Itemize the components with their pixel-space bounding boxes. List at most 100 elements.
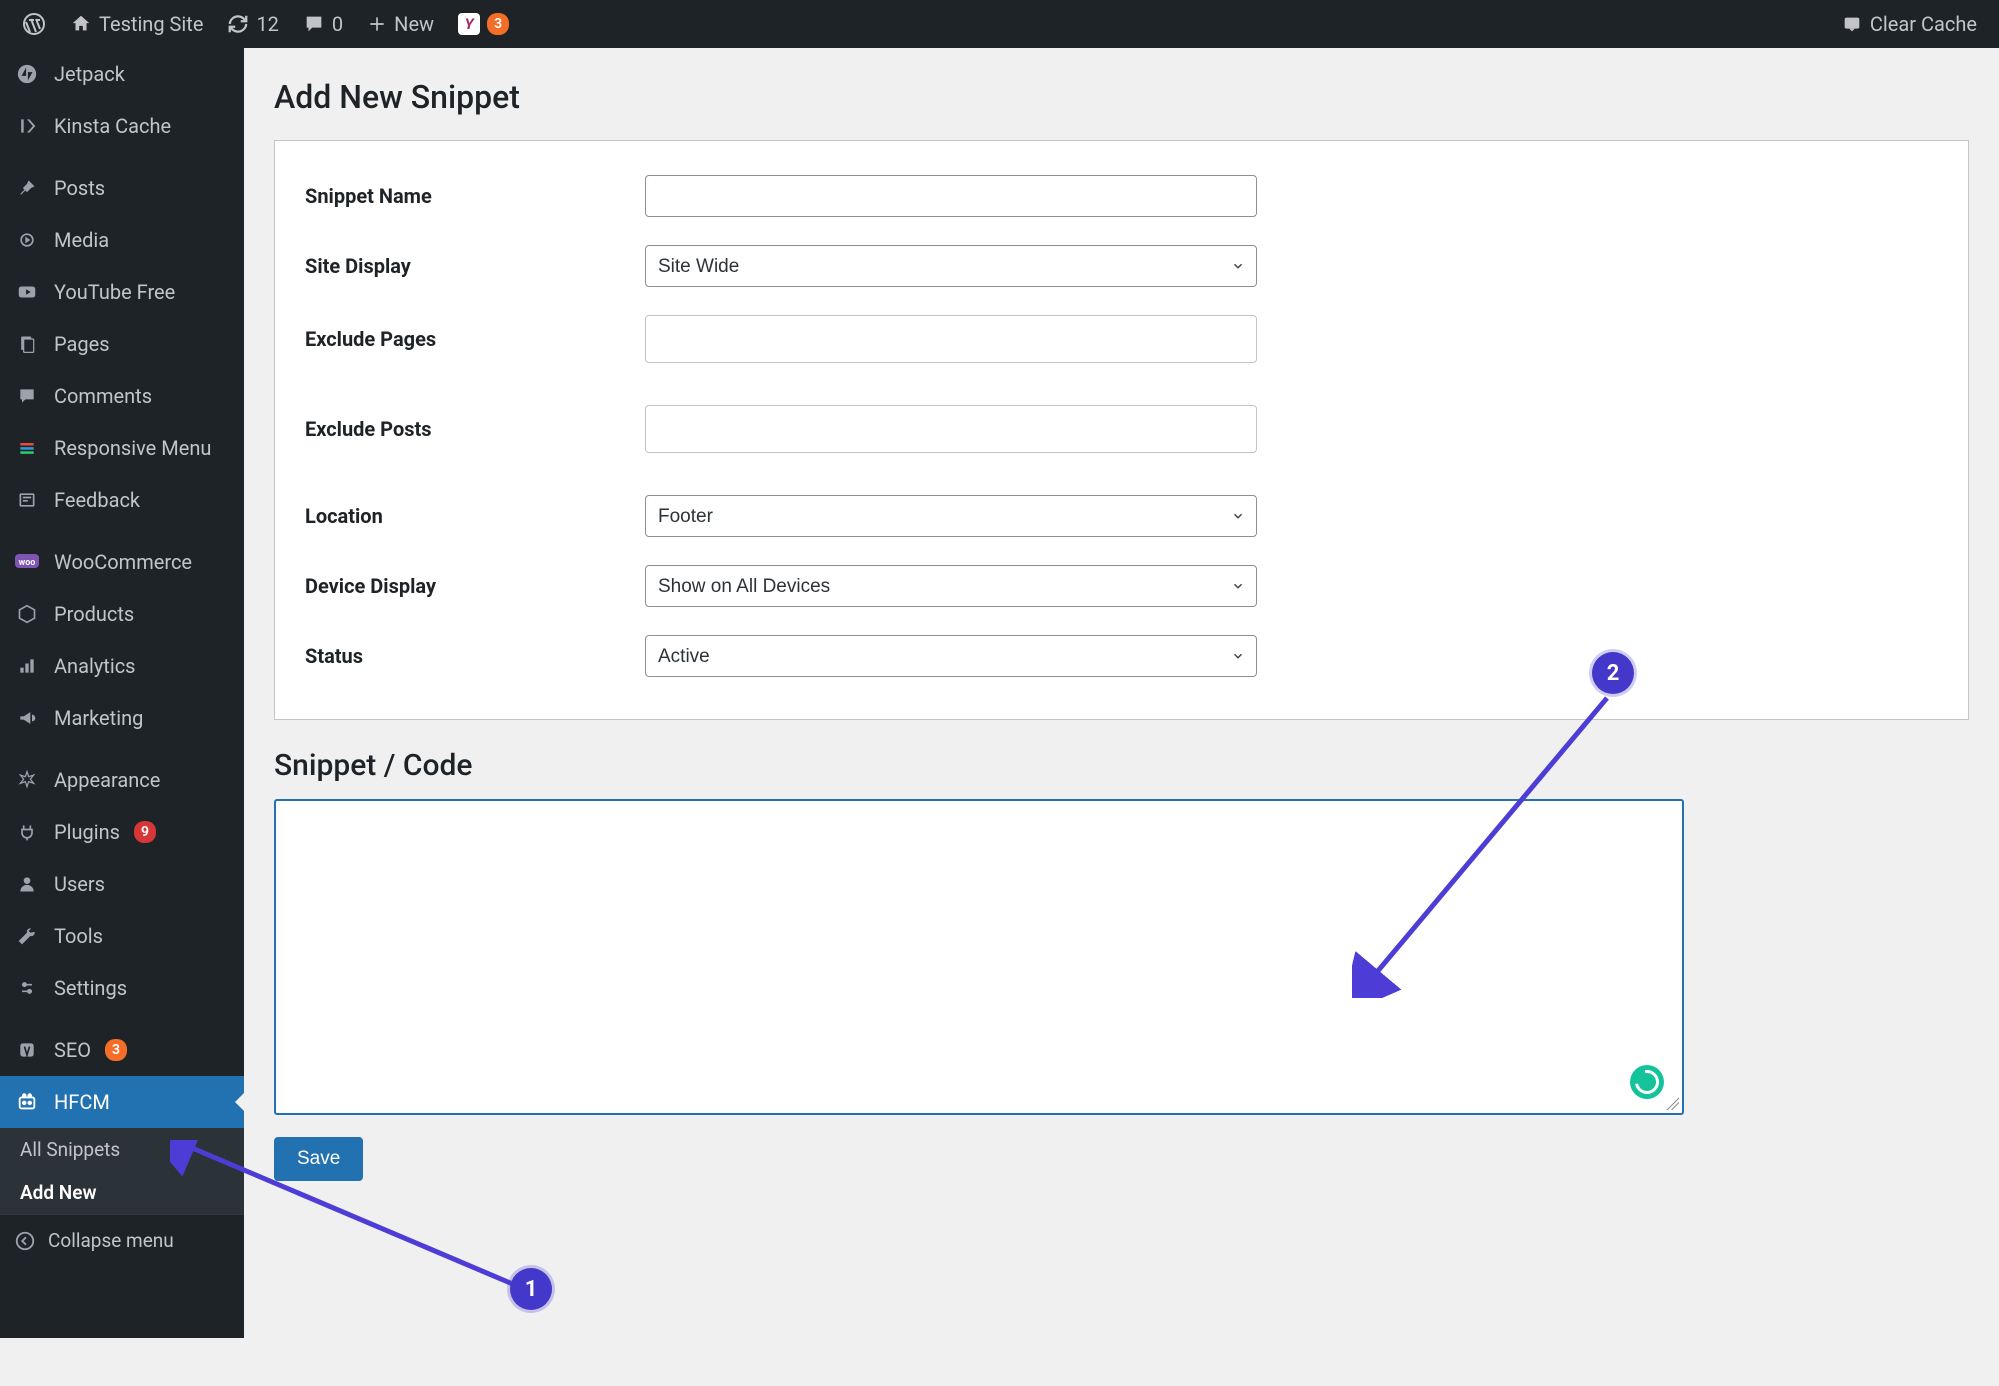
seo-icon bbox=[14, 1040, 40, 1060]
sidebar-item-label: Feedback bbox=[54, 488, 140, 512]
pin-icon bbox=[14, 178, 40, 198]
page-title: Add New Snippet bbox=[274, 78, 1969, 116]
annotation-callout-2: 2 bbox=[1592, 652, 1634, 694]
sidebar-item-products[interactable]: Products bbox=[0, 588, 244, 640]
grammarly-icon[interactable] bbox=[1630, 1065, 1664, 1099]
sidebar-item-kinsta[interactable]: Kinsta Cache bbox=[0, 100, 244, 152]
sidebar-item-label: Kinsta Cache bbox=[54, 114, 171, 138]
location-label: Location bbox=[305, 504, 645, 528]
sidebar-item-analytics[interactable]: Analytics bbox=[0, 640, 244, 692]
sidebar-item-settings[interactable]: Settings bbox=[0, 962, 244, 1014]
sidebar-item-tools[interactable]: Tools bbox=[0, 910, 244, 962]
status-select[interactable]: Active bbox=[645, 635, 1257, 677]
plugins-icon bbox=[14, 822, 40, 842]
plus-icon bbox=[367, 14, 387, 34]
sidebar-item-label: Analytics bbox=[54, 654, 136, 678]
new-label: New bbox=[394, 12, 434, 36]
sidebar-item-youtube[interactable]: YouTube Free bbox=[0, 266, 244, 318]
admin-bar: Testing Site 12 0 New Y 3 Clear Cache bbox=[0, 0, 1999, 48]
annotation-callout-1: 1 bbox=[510, 1268, 552, 1310]
chat-icon bbox=[1841, 13, 1863, 35]
sidebar-item-posts[interactable]: Posts bbox=[0, 162, 244, 214]
location-select[interactable]: Footer bbox=[645, 495, 1257, 537]
save-button[interactable]: Save bbox=[274, 1137, 363, 1181]
sidebar-item-feedback[interactable]: Feedback bbox=[0, 474, 244, 526]
sidebar-item-responsive-menu[interactable]: Responsive Menu bbox=[0, 422, 244, 474]
responsive-icon bbox=[14, 438, 40, 458]
exclude-posts-label: Exclude Posts bbox=[305, 417, 645, 441]
sidebar-item-label: WooCommerce bbox=[54, 550, 192, 574]
products-icon bbox=[14, 604, 40, 624]
sidebar-item-media[interactable]: Media bbox=[0, 214, 244, 266]
sidebar-item-label: Comments bbox=[54, 384, 152, 408]
sidebar-sub-add-new[interactable]: Add New bbox=[0, 1171, 244, 1214]
resize-handle[interactable] bbox=[1665, 1096, 1679, 1110]
exclude-posts-input[interactable] bbox=[645, 405, 1257, 453]
updates-count: 12 bbox=[256, 12, 278, 36]
comments-link[interactable]: 0 bbox=[291, 0, 355, 48]
clear-cache-link[interactable]: Clear Cache bbox=[1829, 0, 1989, 48]
snippet-name-input[interactable] bbox=[645, 175, 1257, 217]
kinsta-icon bbox=[14, 116, 40, 136]
sidebar-item-label: Media bbox=[54, 228, 109, 252]
comments-icon bbox=[14, 386, 40, 406]
collapse-menu[interactable]: Collapse menu bbox=[0, 1214, 244, 1266]
wordpress-logo[interactable] bbox=[10, 0, 58, 48]
pages-icon bbox=[14, 334, 40, 354]
youtube-icon bbox=[14, 281, 40, 303]
home-icon bbox=[70, 13, 92, 35]
sidebar-item-jetpack[interactable]: Jetpack bbox=[0, 48, 244, 100]
media-icon bbox=[14, 230, 40, 250]
updates-link[interactable]: 12 bbox=[215, 0, 290, 48]
plugins-badge: 9 bbox=[134, 821, 156, 843]
sidebar-item-label: Settings bbox=[54, 976, 127, 1000]
site-display-label: Site Display bbox=[305, 254, 645, 278]
sidebar-item-marketing[interactable]: Marketing bbox=[0, 692, 244, 744]
marketing-icon bbox=[14, 708, 40, 728]
sidebar-item-pages[interactable]: Pages bbox=[0, 318, 244, 370]
snippet-form: Snippet Name Site Display Site Wide Excl… bbox=[274, 140, 1969, 720]
sidebar-item-comments[interactable]: Comments bbox=[0, 370, 244, 422]
jetpack-icon bbox=[14, 63, 40, 85]
sidebar-sub-all-snippets[interactable]: All Snippets bbox=[0, 1128, 244, 1171]
sidebar-item-appearance[interactable]: Appearance bbox=[0, 754, 244, 806]
admin-sidebar: Jetpack Kinsta Cache Posts Media YouTube… bbox=[0, 48, 244, 1338]
exclude-pages-input[interactable] bbox=[645, 315, 1257, 363]
sidebar-item-label: SEO bbox=[54, 1038, 91, 1062]
exclude-pages-label: Exclude Pages bbox=[305, 327, 645, 351]
status-label: Status bbox=[305, 644, 645, 668]
sidebar-item-label: HFCM bbox=[54, 1090, 110, 1114]
collapse-icon bbox=[14, 1230, 36, 1252]
site-display-select[interactable]: Site Wide bbox=[645, 245, 1257, 287]
analytics-icon bbox=[14, 656, 40, 676]
site-name: Testing Site bbox=[99, 12, 203, 36]
settings-icon bbox=[14, 978, 40, 998]
sidebar-item-label: Users bbox=[54, 872, 105, 896]
sidebar-item-plugins[interactable]: Plugins 9 bbox=[0, 806, 244, 858]
sidebar-item-hfcm[interactable]: HFCM bbox=[0, 1076, 244, 1128]
new-link[interactable]: New bbox=[355, 0, 446, 48]
code-editor[interactable] bbox=[274, 799, 1684, 1115]
site-link[interactable]: Testing Site bbox=[58, 0, 215, 48]
snippet-name-label: Snippet Name bbox=[305, 184, 645, 208]
woo-icon: woo bbox=[14, 554, 40, 570]
sidebar-item-label: Tools bbox=[54, 924, 103, 948]
collapse-label: Collapse menu bbox=[48, 1229, 174, 1252]
wordpress-icon bbox=[22, 12, 46, 36]
sidebar-item-seo[interactable]: SEO 3 bbox=[0, 1024, 244, 1076]
seo-badge: 3 bbox=[105, 1039, 127, 1061]
sidebar-item-label: Appearance bbox=[54, 768, 160, 792]
sidebar-item-users[interactable]: Users bbox=[0, 858, 244, 910]
sidebar-item-woocommerce[interactable]: woo WooCommerce bbox=[0, 536, 244, 588]
device-display-label: Device Display bbox=[305, 574, 645, 598]
clear-cache-label: Clear Cache bbox=[1870, 12, 1977, 36]
sidebar-item-label: Pages bbox=[54, 332, 110, 356]
device-display-select[interactable]: Show on All Devices bbox=[645, 565, 1257, 607]
yoast-badge: 3 bbox=[487, 13, 509, 35]
sidebar-item-label: Products bbox=[54, 602, 134, 626]
yoast-link[interactable]: Y 3 bbox=[446, 0, 521, 48]
sidebar-item-label: Jetpack bbox=[54, 62, 125, 86]
users-icon bbox=[14, 874, 40, 894]
sidebar-item-label: Responsive Menu bbox=[54, 436, 211, 460]
appearance-icon bbox=[14, 770, 40, 790]
